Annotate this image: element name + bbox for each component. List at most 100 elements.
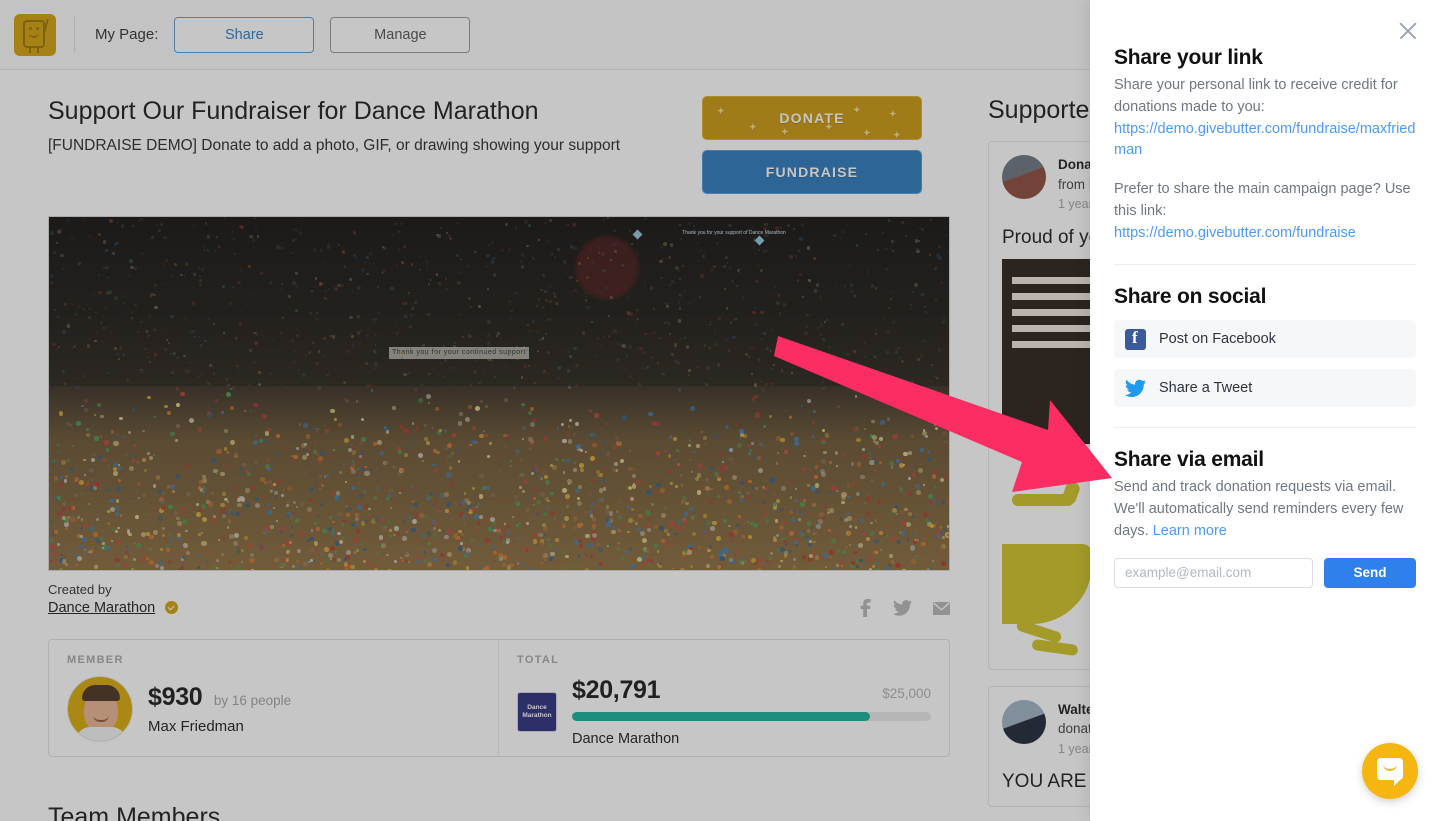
crowd-speck <box>146 557 149 560</box>
crowd-speck <box>444 492 449 497</box>
crowd-speck <box>686 345 690 349</box>
crowd-speck <box>520 458 523 461</box>
crowd-speck <box>254 217 256 219</box>
manage-button[interactable]: Manage <box>330 17 470 53</box>
crowd-speck <box>75 386 78 389</box>
crowd-speck <box>763 425 766 428</box>
crowd-speck <box>667 520 671 524</box>
crowd-speck <box>770 329 773 332</box>
crowd-speck <box>642 538 647 543</box>
total-campaign-name: Dance Marathon <box>572 731 931 747</box>
crowd-speck <box>379 535 383 539</box>
crowd-speck <box>555 302 558 305</box>
crowd-speck <box>216 559 219 562</box>
crowd-speck <box>634 325 636 327</box>
crowd-speck <box>208 501 213 506</box>
crowd-speck <box>254 341 258 345</box>
crowd-speck <box>934 471 937 474</box>
crowd-speck <box>282 558 286 562</box>
crowd-speck <box>90 469 94 473</box>
campaign-share-link[interactable]: https://demo.givebutter.com/fundraise <box>1114 223 1416 245</box>
crowd-speck <box>480 400 483 403</box>
crowd-speck <box>686 553 688 555</box>
intercom-chat-icon[interactable] <box>1362 743 1418 799</box>
crowd-speck <box>496 335 498 337</box>
crowd-speck <box>51 521 53 523</box>
crowd-speck <box>569 355 572 358</box>
crowd-speck <box>182 519 187 524</box>
crowd-speck <box>193 273 196 276</box>
crowd-speck <box>269 281 272 284</box>
crowd-speck <box>237 565 242 570</box>
crowd-speck <box>736 524 740 528</box>
crowd-speck <box>207 382 210 385</box>
email-input[interactable] <box>1114 558 1313 588</box>
crowd-speck <box>670 482 673 485</box>
crowd-speck <box>266 458 270 462</box>
drawing-stroke <box>1061 480 1082 505</box>
twitter-icon[interactable] <box>893 600 912 616</box>
crowd-speck <box>104 440 109 445</box>
crowd-speck <box>533 533 537 537</box>
fundraise-button[interactable]: FUNDRAISE <box>702 150 922 194</box>
crowd-speck <box>841 230 845 234</box>
crowd-speck <box>793 537 798 542</box>
crowd-speck <box>427 313 430 316</box>
crowd-speck <box>215 399 218 402</box>
crowd-speck <box>903 254 905 256</box>
crowd-speck <box>509 528 512 531</box>
created-by-name[interactable]: Dance Marathon <box>48 600 155 616</box>
crowd-speck <box>314 522 317 525</box>
crowd-speck <box>827 508 832 513</box>
crowd-speck <box>689 507 693 511</box>
crowd-speck <box>558 445 561 448</box>
close-icon[interactable] <box>1397 20 1419 42</box>
crowd-speck <box>283 489 285 491</box>
crowd-speck <box>446 502 451 507</box>
crowd-speck <box>253 440 258 445</box>
crowd-speck <box>57 511 62 516</box>
post-on-facebook-button[interactable]: Post on Facebook <box>1114 320 1416 358</box>
crowd-speck <box>156 224 158 226</box>
share-button[interactable]: Share <box>174 17 314 53</box>
crowd-speck <box>247 569 251 571</box>
crowd-speck <box>266 527 270 531</box>
donate-button[interactable]: ✦ ✦ ✦ ✦ ✦ ✦ ✦ ✦ DONATE <box>702 96 922 140</box>
crowd-speck <box>408 516 412 520</box>
total-goal: $25,000 <box>882 686 931 701</box>
crowd-speck <box>864 428 866 430</box>
crowd-speck <box>288 552 290 554</box>
crowd-speck <box>357 505 362 510</box>
crowd-speck <box>114 463 117 466</box>
crowd-speck <box>445 509 449 513</box>
crowd-speck <box>452 433 456 437</box>
send-button[interactable]: Send <box>1324 558 1416 588</box>
crowd-speck <box>456 254 459 257</box>
facebook-icon[interactable] <box>859 599 872 617</box>
crowd-speck <box>196 503 199 506</box>
crowd-speck <box>710 488 713 491</box>
share-a-tweet-button[interactable]: Share a Tweet <box>1114 369 1416 407</box>
crowd-speck <box>809 567 813 571</box>
givebutter-mascot-logo[interactable] <box>14 14 56 56</box>
crowd-speck <box>818 519 822 523</box>
crowd-speck <box>338 244 340 246</box>
crowd-speck <box>134 304 136 306</box>
learn-more-link[interactable]: Learn more <box>1153 523 1227 539</box>
crowd-speck <box>302 373 306 377</box>
crowd-speck <box>211 458 215 462</box>
crowd-speck <box>606 441 608 443</box>
drawing-stroke <box>1002 544 1092 624</box>
crowd-speck <box>809 554 814 559</box>
crowd-speck <box>348 448 352 452</box>
crowd-speck <box>731 461 735 465</box>
personal-share-link[interactable]: https://demo.givebutter.com/fundraise/ma… <box>1114 119 1416 163</box>
crowd-speck <box>245 503 250 508</box>
crowd-speck <box>679 278 681 280</box>
crowd-speck <box>79 480 84 485</box>
crowd-speck <box>281 494 284 497</box>
crowd-speck <box>320 282 324 286</box>
crowd-speck <box>608 315 610 317</box>
crowd-speck <box>411 500 415 504</box>
email-icon[interactable] <box>933 602 950 615</box>
